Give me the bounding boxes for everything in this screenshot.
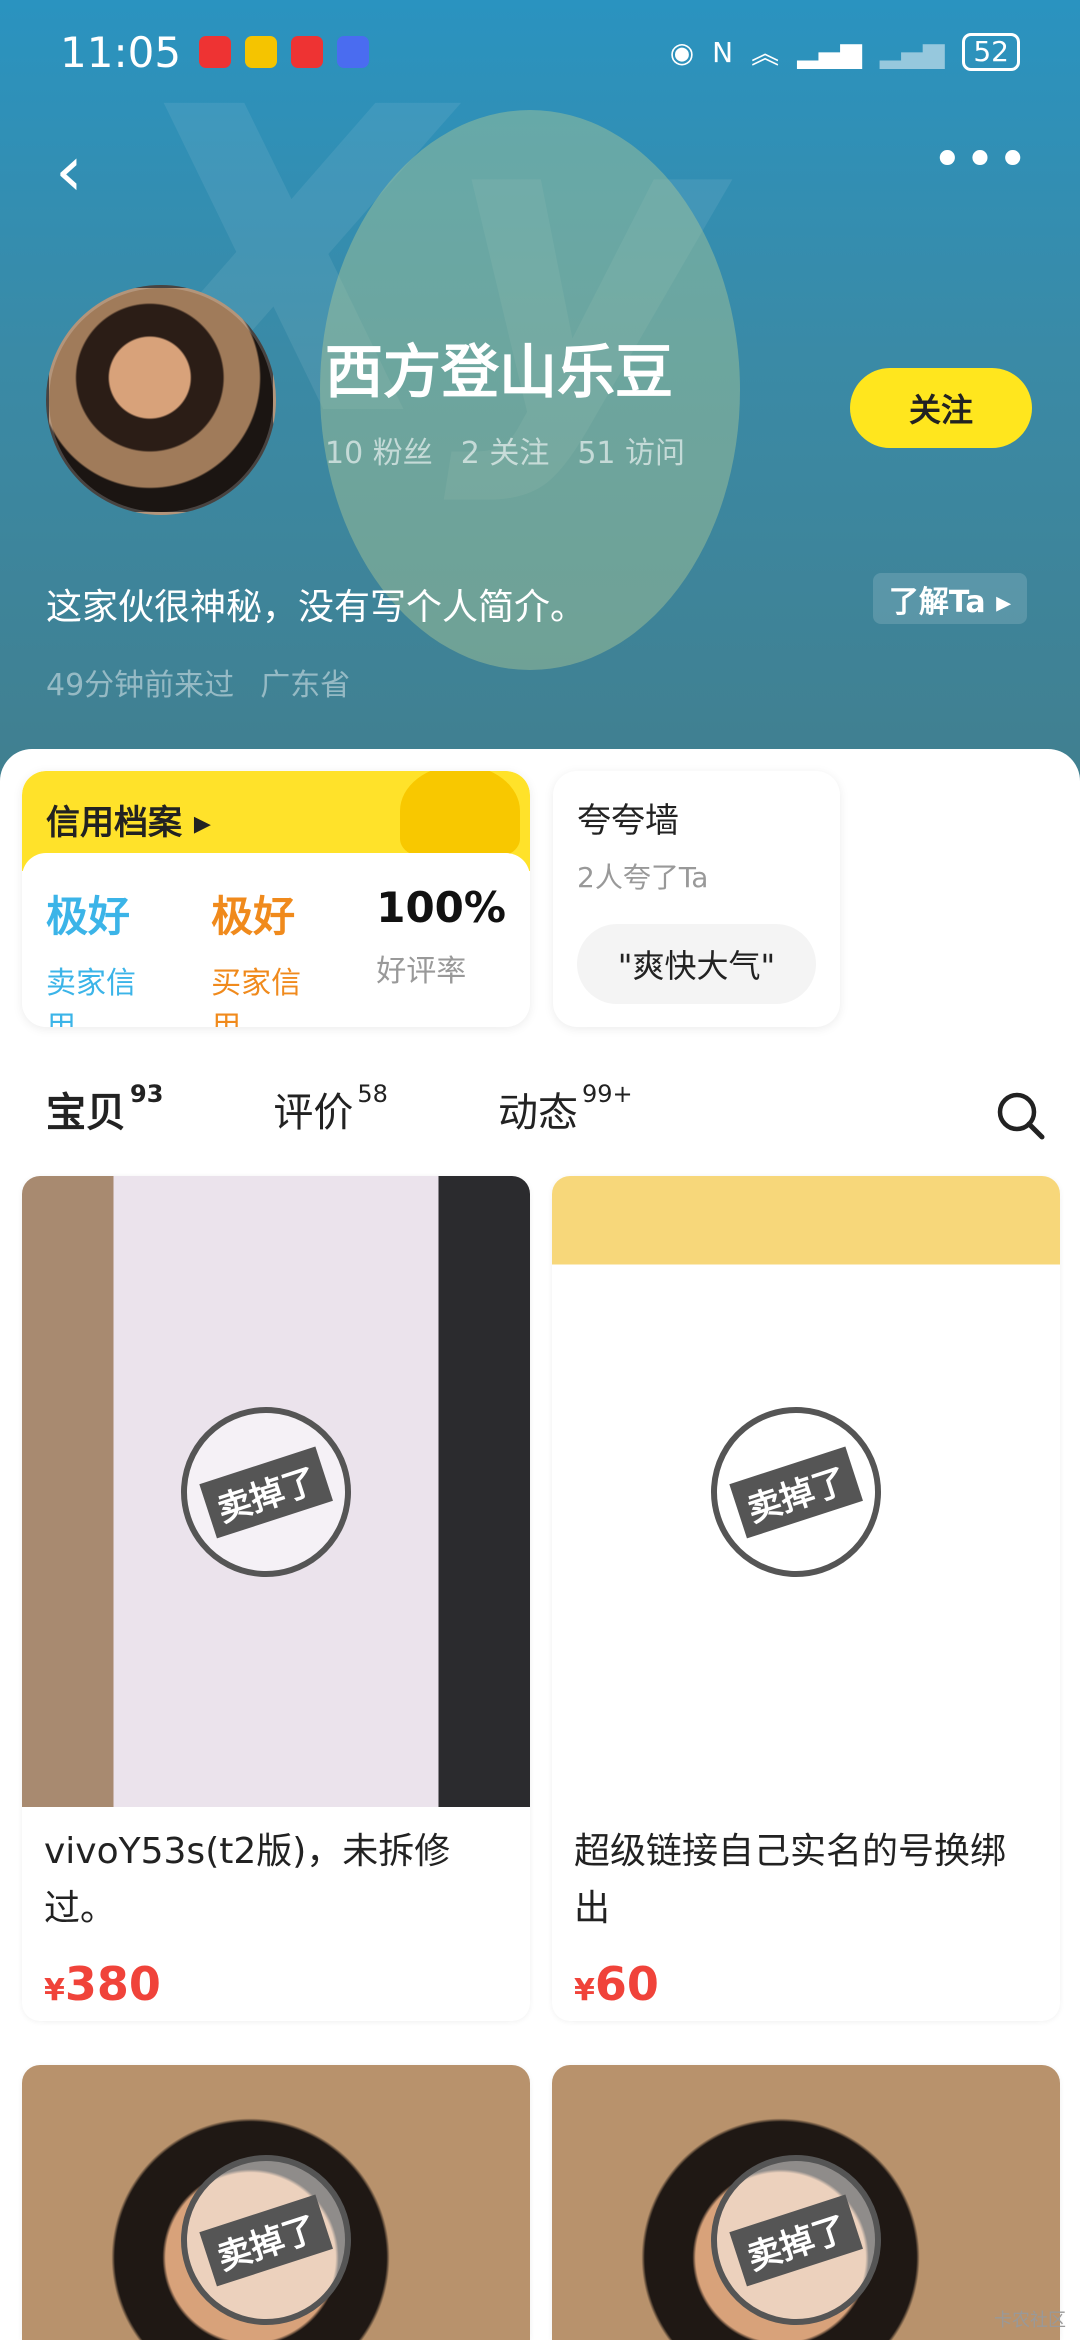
sold-out-stamp: 卖掉了 bbox=[688, 2132, 904, 2340]
tab-label: 宝贝 bbox=[46, 1090, 126, 1136]
credit-card[interactable]: 信用档案 ▸ 极好 卖家信用 极好 买家信用 100% 好评率 bbox=[22, 771, 530, 1027]
praise-count: 2人夸了Ta bbox=[577, 861, 709, 894]
bio-text: 这家伙很神秘，没有写个人简介。 bbox=[46, 587, 587, 628]
followers-count[interactable]: 10 粉丝 bbox=[325, 428, 433, 472]
product-price: ¥380 bbox=[44, 1957, 161, 2011]
tab-count: 93 bbox=[130, 1080, 164, 1108]
signal-icon: ▂▄▆ bbox=[797, 35, 862, 69]
tab-activity[interactable]: 动态 99+ bbox=[498, 1080, 633, 1138]
product-price: ¥60 bbox=[574, 1957, 659, 2011]
praise-title: 夸夸墙 bbox=[577, 801, 679, 841]
eye-icon: ◉ bbox=[669, 35, 695, 69]
notification-icons bbox=[199, 36, 370, 68]
metric-value: 100% bbox=[376, 883, 506, 932]
search-icon[interactable] bbox=[995, 1090, 1047, 1142]
nfc-icon: N bbox=[712, 35, 734, 69]
watermark: 卡农社区 bbox=[994, 2310, 1066, 2331]
tab-items[interactable]: 宝贝 93 bbox=[46, 1080, 163, 1138]
mascot-icon bbox=[400, 771, 520, 857]
user-stats: 10 粉丝 2 关注 51 访问 bbox=[325, 428, 685, 472]
tab-reviews[interactable]: 评价 58 bbox=[273, 1080, 388, 1138]
product-card[interactable]: 卖掉了 bbox=[552, 2065, 1060, 2340]
product-card[interactable]: 卖掉了 超级链接自己实名的号换绑出 ¥60 bbox=[552, 1176, 1060, 2021]
tab-count: 58 bbox=[357, 1080, 388, 1108]
huawei-icon bbox=[199, 36, 232, 68]
last-seen-time: 49分钟前来过 bbox=[46, 668, 235, 703]
praise-tag[interactable]: "爽快大气" bbox=[577, 924, 816, 1004]
avatar[interactable] bbox=[46, 285, 276, 515]
tab-label: 评价 bbox=[273, 1090, 354, 1136]
seller-credit: 极好 卖家信用 bbox=[46, 883, 159, 1027]
product-card[interactable]: 卖掉了 bbox=[22, 2065, 530, 2340]
metric-label: 好评率 bbox=[376, 954, 467, 989]
visits-count: 51 访问 bbox=[577, 436, 686, 471]
metric-label: 买家信用 bbox=[211, 966, 302, 1027]
user-name: 西方登山乐豆 bbox=[325, 338, 674, 406]
tab-bar: 宝贝 93 评价 58 动态 99+ bbox=[46, 1080, 633, 1138]
tab-count: 99+ bbox=[581, 1080, 633, 1108]
weibo-icon bbox=[245, 36, 278, 68]
tab-label: 动态 bbox=[497, 1090, 578, 1136]
product-image: 卖掉了 bbox=[552, 1176, 1060, 1807]
product-title: 超级链接自己实名的号换绑出 bbox=[574, 1831, 1007, 1929]
wifi-icon: ︽ bbox=[751, 37, 780, 70]
location: 广东省 bbox=[260, 668, 351, 703]
sold-out-stamp: 卖掉了 bbox=[158, 2132, 374, 2340]
sold-out-stamp: 卖掉了 bbox=[688, 1384, 904, 1599]
status-bar: 11:05 ◉ N ︽ ▂▄▆ ▂▄▆ 52 bbox=[60, 22, 1020, 82]
music-icon bbox=[337, 36, 370, 68]
last-seen: 49分钟前来过 广东省 bbox=[46, 660, 350, 704]
huawei-icon bbox=[291, 36, 324, 68]
product-title: vivoY53s(t2版)，未拆修过。 bbox=[44, 1831, 451, 1929]
product-image: 卖掉了 bbox=[22, 1176, 530, 1807]
back-button[interactable]: ‹ bbox=[55, 130, 83, 212]
sold-out-stamp: 卖掉了 bbox=[158, 1384, 374, 1599]
know-more-button[interactable]: 了解Ta ▸ bbox=[873, 573, 1027, 624]
buyer-credit: 极好 买家信用 bbox=[211, 883, 324, 1027]
battery-icon: 52 bbox=[962, 33, 1020, 71]
metric-value: 极好 bbox=[211, 892, 296, 941]
more-options-icon[interactable]: ••• bbox=[932, 130, 1030, 190]
product-card[interactable]: 卖掉了 vivoY53s(t2版)，未拆修过。 ¥380 bbox=[22, 1176, 530, 2021]
product-image: 卖掉了 bbox=[552, 2065, 1060, 2340]
following-count[interactable]: 2 关注 bbox=[461, 428, 550, 472]
signal-off-icon: ▂▄▆ bbox=[879, 35, 945, 69]
clock: 11:05 bbox=[60, 27, 182, 77]
praise-wall-card[interactable]: 夸夸墙 2人夸了Ta "爽快大气" bbox=[553, 771, 840, 1027]
follow-button[interactable]: 关注 bbox=[850, 368, 1032, 448]
product-image: 卖掉了 bbox=[22, 2065, 530, 2340]
positive-rate: 100% 好评率 bbox=[376, 883, 506, 997]
metric-label: 卖家信用 bbox=[46, 966, 136, 1027]
metric-value: 极好 bbox=[46, 892, 131, 941]
